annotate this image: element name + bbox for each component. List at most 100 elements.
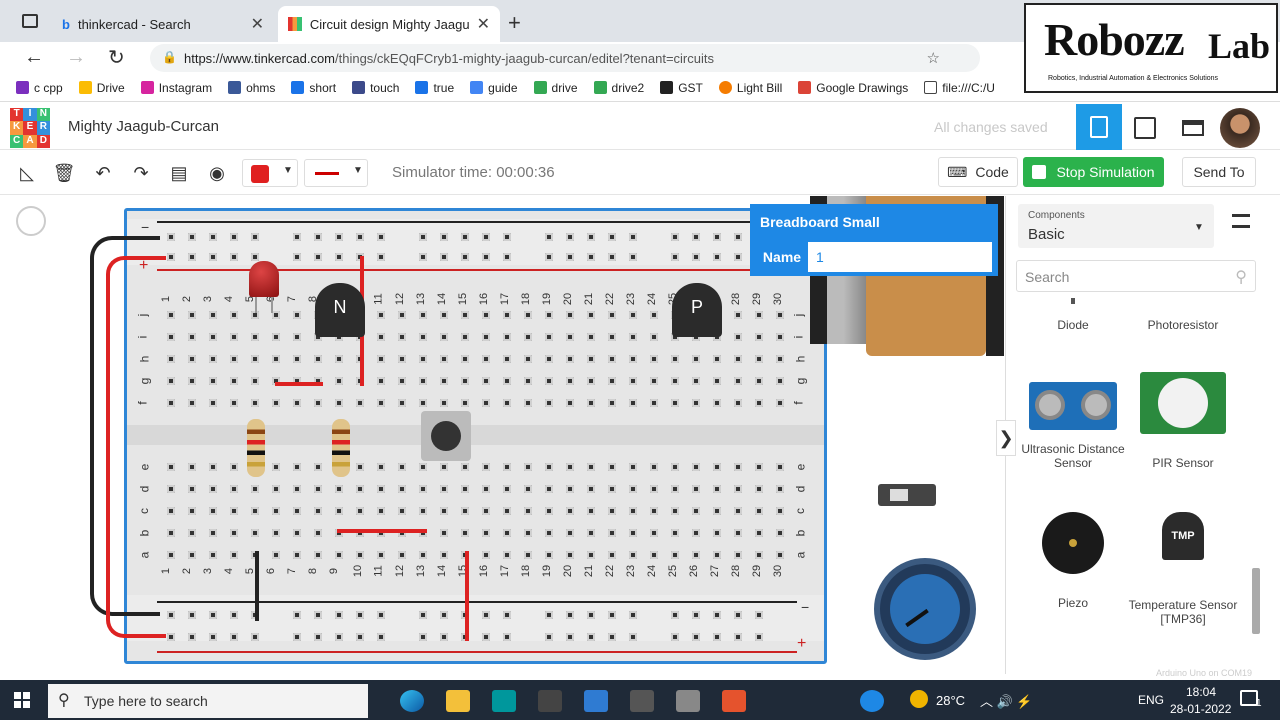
breadboard-hole[interactable] xyxy=(335,377,343,385)
breadboard-hole[interactable] xyxy=(671,507,679,515)
breadboard-hole[interactable] xyxy=(356,233,364,241)
breadboard-hole[interactable] xyxy=(251,485,259,493)
breadboard-hole[interactable] xyxy=(209,333,217,341)
breadboard-hole[interactable] xyxy=(545,311,553,319)
panel-scrollbar[interactable] xyxy=(1252,568,1260,634)
breadboard-hole[interactable] xyxy=(650,507,658,515)
breadboard-hole[interactable] xyxy=(755,551,763,559)
breadboard-hole[interactable] xyxy=(209,253,217,261)
breadboard-hole[interactable] xyxy=(713,253,721,261)
breadboard-hole[interactable] xyxy=(377,355,385,363)
breadboard-hole[interactable] xyxy=(629,551,637,559)
breadboard-hole[interactable] xyxy=(272,507,280,515)
fit-view-icon[interactable] xyxy=(16,206,46,236)
breadboard-hole[interactable] xyxy=(734,611,742,619)
bookmark-item[interactable]: ohms xyxy=(228,81,275,95)
breadboard-hole[interactable] xyxy=(209,233,217,241)
breadboard-hole[interactable] xyxy=(755,311,763,319)
breadboard-hole[interactable] xyxy=(356,485,364,493)
list-view-icon[interactable] xyxy=(1232,214,1250,228)
breadboard-hole[interactable] xyxy=(650,377,658,385)
breadboard-hole[interactable] xyxy=(335,485,343,493)
tab-search[interactable]: b thinkercad - Search ✕ xyxy=(52,6,274,42)
breadboard-hole[interactable] xyxy=(377,377,385,385)
breadboard-hole[interactable] xyxy=(377,253,385,261)
breadboard-hole[interactable] xyxy=(671,633,679,641)
breadboard-hole[interactable] xyxy=(251,377,259,385)
weather-icon[interactable] xyxy=(910,690,928,708)
bookmark-item[interactable]: touch xyxy=(352,81,399,95)
breadboard-hole[interactable] xyxy=(503,355,511,363)
breadboard-hole[interactable] xyxy=(692,507,700,515)
breadboard-hole[interactable] xyxy=(629,399,637,407)
send-to-button[interactable]: Send To xyxy=(1182,157,1256,187)
undo-icon[interactable]: ↶ xyxy=(90,159,116,187)
breadboard-hole[interactable] xyxy=(293,333,301,341)
photos-app-icon[interactable] xyxy=(584,690,608,712)
favorite-icon[interactable]: ☆ xyxy=(927,49,940,67)
breadboard-hole[interactable] xyxy=(440,233,448,241)
breadboard-hole[interactable] xyxy=(650,463,658,471)
breadboard-hole[interactable] xyxy=(314,355,322,363)
breadboard-hole[interactable] xyxy=(503,333,511,341)
breadboard-hole[interactable] xyxy=(734,529,742,537)
tab-actions-icon[interactable] xyxy=(22,14,38,28)
breadboard-hole[interactable] xyxy=(167,377,175,385)
breadboard-hole[interactable] xyxy=(356,507,364,515)
breadboard-hole[interactable] xyxy=(398,355,406,363)
breadboard-hole[interactable] xyxy=(293,529,301,537)
breadboard-hole[interactable] xyxy=(251,399,259,407)
breadboard-hole[interactable] xyxy=(482,507,490,515)
breadboard-hole[interactable] xyxy=(692,463,700,471)
bookmark-item[interactable]: Instagram xyxy=(140,81,212,95)
breadboard-hole[interactable] xyxy=(419,311,427,319)
delete-icon[interactable]: 🗑 xyxy=(52,159,76,187)
breadboard-hole[interactable] xyxy=(629,611,637,619)
breadboard-hole[interactable] xyxy=(419,233,427,241)
breadboard-hole[interactable] xyxy=(692,233,700,241)
breadboard-hole[interactable] xyxy=(188,633,196,641)
breadboard-hole[interactable] xyxy=(272,485,280,493)
breadboard-hole[interactable] xyxy=(293,463,301,471)
breadboard-hole[interactable] xyxy=(587,611,595,619)
close-tab-icon[interactable]: ✕ xyxy=(477,14,490,34)
breadboard-hole[interactable] xyxy=(524,377,532,385)
breadboard-hole[interactable] xyxy=(650,485,658,493)
breadboard-hole[interactable] xyxy=(377,463,385,471)
bookmark-item[interactable]: drive2 xyxy=(593,81,644,95)
breadboard-hole[interactable] xyxy=(230,611,238,619)
breadboard-hole[interactable] xyxy=(377,551,385,559)
breadboard-hole[interactable] xyxy=(440,253,448,261)
breadboard-hole[interactable] xyxy=(377,333,385,341)
breadboard-hole[interactable] xyxy=(524,333,532,341)
breadboard-hole[interactable] xyxy=(419,507,427,515)
breadboard-hole[interactable] xyxy=(398,551,406,559)
breadboard-hole[interactable] xyxy=(167,529,175,537)
breadboard-hole[interactable] xyxy=(608,633,616,641)
breadboard-hole[interactable] xyxy=(188,333,196,341)
breadboard-hole[interactable] xyxy=(251,529,259,537)
breadboard-hole[interactable] xyxy=(755,529,763,537)
breadboard-hole[interactable] xyxy=(566,551,574,559)
breadboard-hole[interactable] xyxy=(524,485,532,493)
breadboard-hole[interactable] xyxy=(461,333,469,341)
breadboard-hole[interactable] xyxy=(692,551,700,559)
breadboard-hole[interactable] xyxy=(608,311,616,319)
code-button[interactable]: ⌨ Code xyxy=(938,157,1018,187)
breadboard-hole[interactable] xyxy=(188,253,196,261)
breadboard-hole[interactable] xyxy=(776,485,784,493)
breadboard-hole[interactable] xyxy=(608,399,616,407)
breadboard-hole[interactable] xyxy=(440,611,448,619)
breadboard-hole[interactable] xyxy=(440,355,448,363)
breadboard-hole[interactable] xyxy=(566,377,574,385)
breadboard-hole[interactable] xyxy=(209,551,217,559)
breadboard-hole[interactable] xyxy=(545,233,553,241)
breadboard-hole[interactable] xyxy=(209,311,217,319)
breadboard-hole[interactable] xyxy=(713,355,721,363)
breadboard-hole[interactable] xyxy=(335,253,343,261)
breadboard-hole[interactable] xyxy=(314,551,322,559)
breadboard-hole[interactable] xyxy=(230,485,238,493)
breadboard-hole[interactable] xyxy=(755,611,763,619)
forward-icon[interactable]: → xyxy=(66,46,86,69)
breadboard-hole[interactable] xyxy=(167,399,175,407)
